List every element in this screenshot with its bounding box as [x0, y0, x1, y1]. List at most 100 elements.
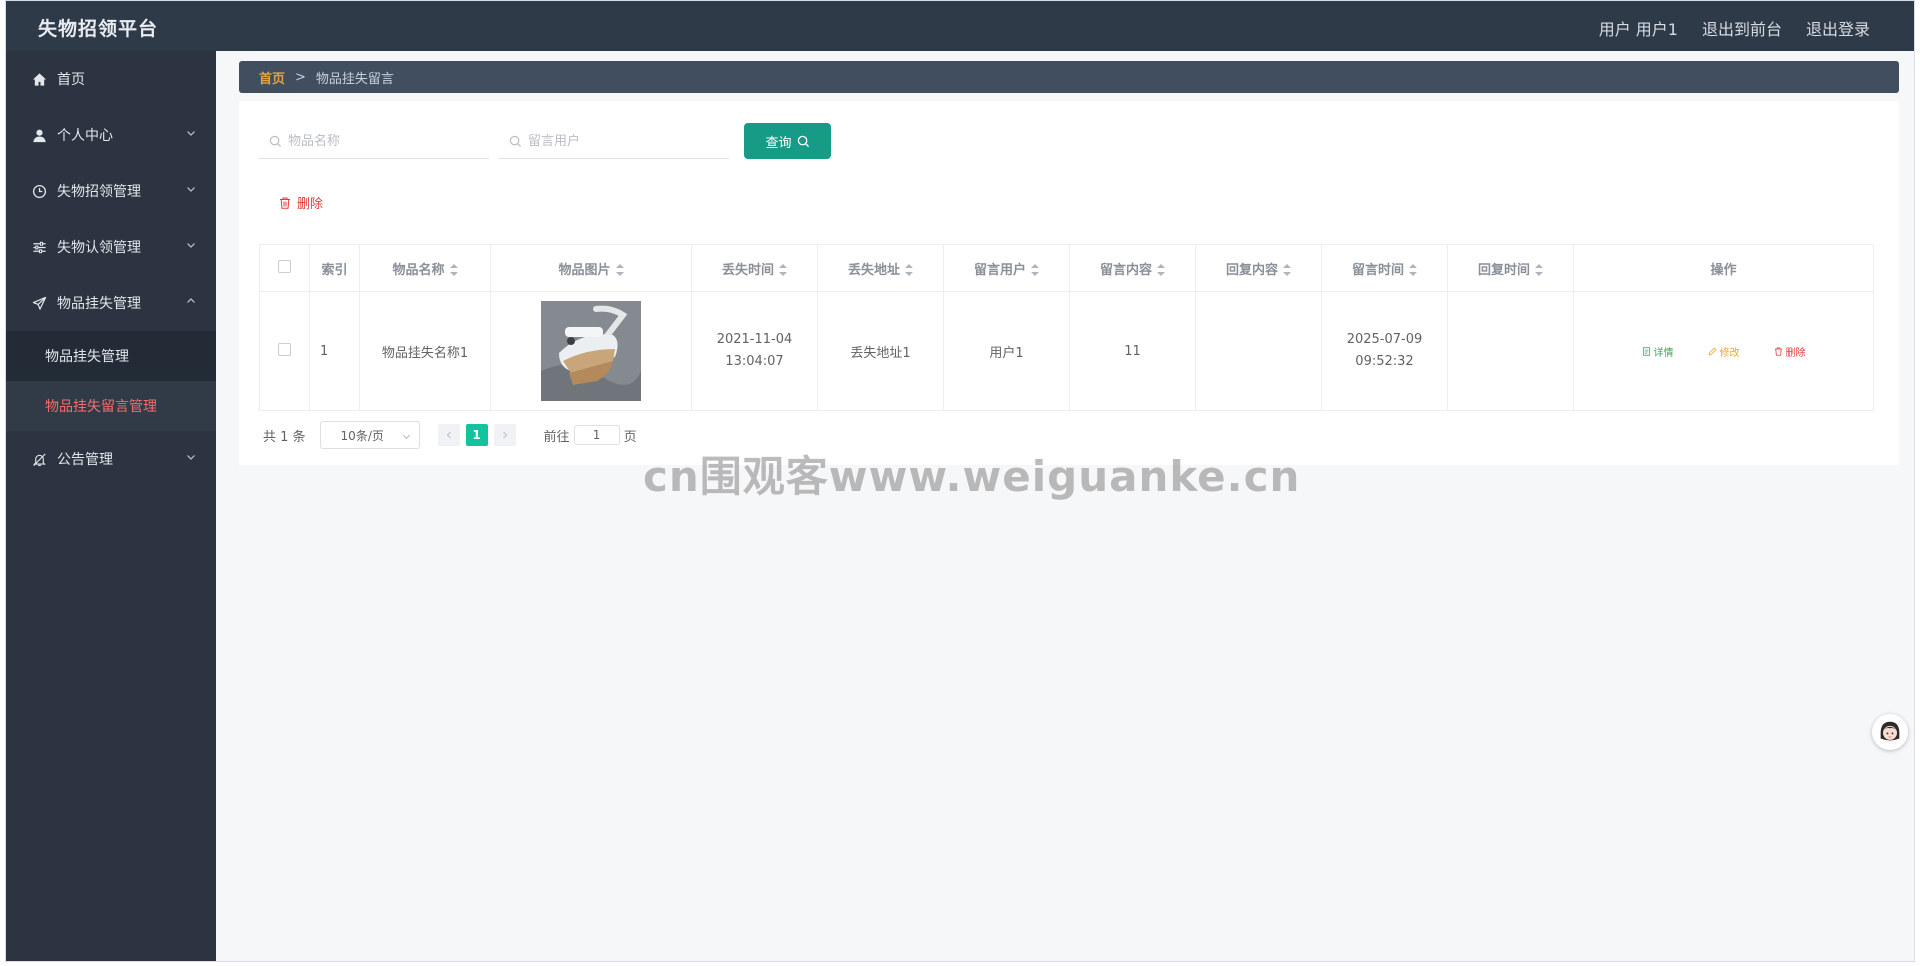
header-select-all[interactable]: [259, 244, 310, 292]
sort-icon[interactable]: [1409, 264, 1417, 276]
current-user-label: 用户 用户1: [1598, 20, 1678, 39]
header-lost-time[interactable]: 丢失时间: [691, 244, 818, 292]
message-user-search: [499, 125, 729, 159]
batch-delete-label: 删除: [297, 197, 324, 212]
header-actions: 操作: [1573, 244, 1874, 292]
item-name-input[interactable]: [288, 134, 468, 149]
sidebar-item-label: 失物认领管理: [57, 240, 141, 256]
sort-icon[interactable]: [615, 264, 624, 276]
sort-icon[interactable]: [449, 264, 458, 276]
sidebar-item-home[interactable]: 首页: [6, 51, 216, 107]
sort-icon[interactable]: [1157, 264, 1165, 276]
header-index: 索引: [309, 244, 360, 292]
breadcrumb-current: 物品挂失留言: [315, 71, 394, 87]
cell-message-user: 用户1: [943, 291, 1070, 411]
header-message-content[interactable]: 留言内容: [1069, 244, 1196, 292]
row-checkbox[interactable]: [278, 342, 291, 356]
row-select[interactable]: [259, 291, 310, 411]
top-bar: 失物招领平台 用户 用户1 退出到前台 退出登录: [6, 1, 1914, 51]
avatar-face-icon: [1880, 721, 1900, 744]
iron-image: [541, 301, 641, 401]
breadcrumb: 首页 > 物品挂失留言: [239, 61, 1899, 93]
page-jump-input[interactable]: [573, 425, 620, 445]
sidebar-item-announcements[interactable]: 公告管理: [6, 431, 216, 487]
sort-icon[interactable]: [1535, 264, 1543, 276]
page-jumper: 前往 页: [544, 425, 637, 445]
sort-icon[interactable]: [1031, 264, 1039, 276]
header-message-user[interactable]: 留言用户: [943, 244, 1070, 292]
search-icon: [509, 135, 522, 148]
header-reply-content[interactable]: 回复内容: [1195, 244, 1322, 292]
sort-icon[interactable]: [905, 264, 913, 276]
header-item-name[interactable]: 物品名称: [359, 244, 491, 292]
bell-off-icon: [30, 450, 48, 468]
cell-lost-address: 丢失地址1: [817, 291, 944, 411]
sidebar-item-label: 失物招领管理: [57, 184, 141, 200]
sort-icon[interactable]: [779, 264, 787, 276]
pagination-total: 共 1 条: [263, 429, 306, 445]
delete-button[interactable]: 删除: [1774, 344, 1806, 359]
sidebar-item-profile[interactable]: 个人中心: [6, 107, 216, 163]
edit-button[interactable]: 修改: [1708, 344, 1740, 359]
sidebar-item-lost-found[interactable]: 失物招领管理: [6, 163, 216, 219]
message-user-input[interactable]: [528, 134, 708, 149]
breadcrumb-separator: >: [295, 69, 306, 85]
table-row: 1 物品挂失名称1 2021-11-04 13:04:07 丢失地址1 用户1 …: [259, 291, 1874, 411]
sidebar-item-claim[interactable]: 失物认领管理: [6, 219, 216, 275]
header-item-image[interactable]: 物品图片: [490, 244, 692, 292]
sliders-icon: [30, 238, 48, 256]
breadcrumb-home[interactable]: 首页: [259, 68, 285, 87]
cell-reply-time: [1447, 291, 1574, 411]
exit-to-front-link[interactable]: 退出到前台: [1702, 16, 1782, 40]
app-frame: 失物招领平台 用户 用户1 退出到前台 退出登录 首页 个人中心 失物招领管理: [5, 0, 1915, 962]
page-size-select[interactable]: 10条/页: [319, 421, 420, 449]
watermark: cn围观客www.weiguanke.cn: [643, 452, 1301, 501]
detail-button[interactable]: 详情: [1642, 344, 1674, 359]
query-button[interactable]: 查询: [744, 123, 831, 159]
header-message-time[interactable]: 留言时间: [1321, 244, 1448, 292]
table-header-row: 索引 物品名称 物品图片 丢失时间 丢失地址 留言用户 留言内容 回复内容 留言…: [259, 244, 1874, 292]
sidebar: 首页 个人中心 失物招领管理 失物认领管理 物品挂失管理 物品挂失管理 物品挂失…: [6, 51, 216, 961]
cell-message-content: 11: [1069, 291, 1196, 411]
sidebar-item-label: 物品挂失管理: [57, 296, 141, 312]
header-lost-address[interactable]: 丢失地址: [817, 244, 944, 292]
chevron-down-icon: [187, 187, 195, 192]
messages-table: 索引 物品名称 物品图片 丢失时间 丢失地址 留言用户 留言内容 回复内容 留言…: [259, 244, 1874, 411]
clock-icon: [30, 182, 48, 200]
item-thumbnail[interactable]: [541, 301, 641, 401]
chevron-left-icon: [446, 431, 451, 439]
trash-icon: [1774, 346, 1782, 356]
home-icon: [30, 70, 48, 88]
cell-actions: 详情 修改 删除: [1573, 291, 1874, 411]
sidebar-item-label: 个人中心: [57, 128, 113, 144]
search-icon: [269, 135, 282, 148]
query-button-label: 查询: [765, 134, 792, 150]
chevron-up-icon: [187, 298, 195, 303]
cell-index: 1: [309, 291, 360, 411]
select-all-checkbox[interactable]: [278, 259, 291, 273]
chevron-down-icon: [187, 455, 195, 460]
sidebar-item-label: 公告管理: [57, 452, 113, 468]
send-icon: [30, 294, 48, 312]
sidebar-subitem-label: 物品挂失留言管理: [45, 399, 157, 415]
page-number-current[interactable]: 1: [465, 424, 488, 446]
prev-page-button[interactable]: [437, 424, 460, 446]
next-page-button[interactable]: [493, 424, 516, 446]
row-actions: 详情 修改 删除: [1574, 344, 1873, 359]
chevron-down-icon: [402, 434, 410, 440]
logout-link[interactable]: 退出登录: [1806, 16, 1870, 40]
submenu-report-loss: 物品挂失管理 物品挂失留言管理: [6, 331, 216, 431]
cell-message-time: 2025-07-09 09:52:32: [1321, 291, 1448, 411]
sidebar-subitem-report-loss-messages[interactable]: 物品挂失留言管理: [6, 381, 216, 431]
cell-reply-content: [1195, 291, 1322, 411]
sidebar-subitem-report-loss-management[interactable]: 物品挂失管理: [6, 331, 216, 381]
sidebar-item-report-loss[interactable]: 物品挂失管理: [6, 275, 216, 331]
cell-item-image: [490, 291, 692, 411]
edit-icon: [1708, 347, 1716, 355]
cell-lost-time: 2021-11-04 13:04:07: [691, 291, 818, 411]
sort-icon[interactable]: [1283, 264, 1291, 276]
batch-delete-button[interactable]: 删除: [279, 193, 323, 212]
header-reply-time[interactable]: 回复时间: [1447, 244, 1574, 292]
document-icon: [1642, 346, 1650, 356]
assistant-avatar[interactable]: [1872, 714, 1908, 750]
